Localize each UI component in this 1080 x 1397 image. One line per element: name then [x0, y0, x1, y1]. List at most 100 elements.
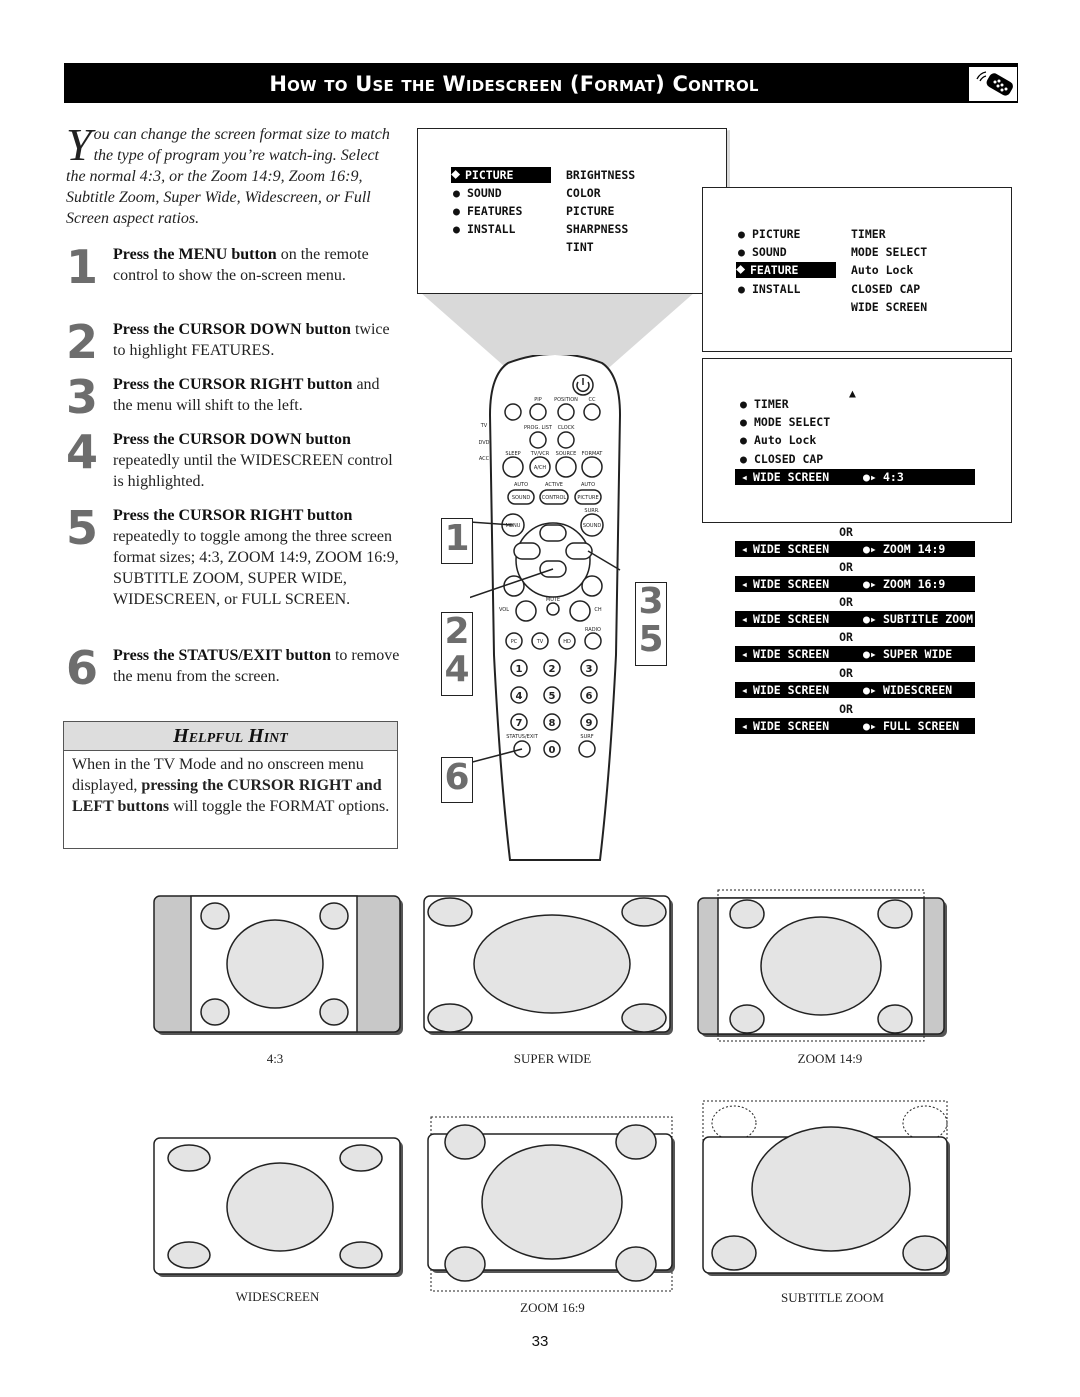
menu-item-closed-cap[interactable]: ● CLOSED CAP — [740, 451, 823, 467]
format-label: FORMAT — [582, 451, 604, 457]
hint-title: Helpful Hint — [64, 722, 397, 751]
left-arrow-icon: ◂ — [741, 542, 748, 556]
cursor-up-button[interactable] — [539, 524, 567, 542]
cursor-left-button[interactable] — [513, 542, 541, 560]
menu-label: SOUND — [752, 245, 787, 259]
left-arrow-icon: ◂ — [741, 647, 748, 661]
channel-up-button[interactable] — [581, 575, 603, 597]
hd-label: HD — [563, 639, 571, 645]
pause-button[interactable] — [557, 431, 575, 449]
channel-down-button[interactable] — [569, 600, 591, 622]
menu-item-install[interactable]: ● INSTALL — [453, 221, 515, 237]
pip-label: PIP — [534, 397, 542, 403]
diagram-caption: SUPER WIDE — [513, 1051, 592, 1066]
format-button[interactable] — [581, 456, 603, 478]
play-button[interactable] — [583, 403, 601, 421]
left-arrow-icon: ◂ — [741, 577, 748, 591]
widescreen-row-selected[interactable]: ◂ WIDE SCREEN ●▸ 4:3 — [735, 469, 975, 485]
menu-label: SOUND — [467, 186, 502, 200]
callout-number: 5 — [638, 619, 664, 660]
source-label: SOURCE — [556, 451, 577, 457]
widescreen-option-row[interactable]: ◂ WIDE SCREEN ●▸ WIDESCREEN — [735, 682, 975, 698]
step-detail: repeatedly to toggle among the three scr… — [113, 528, 399, 608]
menu-item-timer[interactable]: ● TIMER — [740, 396, 789, 412]
diagram-super-wide — [423, 895, 673, 1035]
stop-button[interactable] — [557, 403, 575, 421]
volume-down-button[interactable] — [515, 600, 537, 622]
callout-step-2-4: 24 — [441, 612, 473, 696]
callout-step-1: 1 — [441, 518, 473, 564]
menu-item-mode-select[interactable]: ● MODE SELECT — [740, 414, 830, 430]
bullet-icon: ● — [738, 245, 745, 259]
menu-item-sound[interactable]: ● SOUND — [738, 244, 787, 260]
bullet-icon: ● — [740, 433, 747, 447]
left-arrow-icon: ◂ — [741, 470, 748, 484]
step-number: 4 — [66, 425, 99, 479]
row-value: FULL SCREEN — [883, 719, 960, 733]
submenu-item[interactable]: BRIGHTNESS — [566, 167, 635, 183]
widescreen-option-row[interactable]: ◂ WIDE SCREEN ●▸ SUPER WIDE — [735, 646, 975, 662]
bullet-icon: ● — [738, 227, 745, 241]
fast-forward-button[interactable] — [529, 431, 547, 449]
volume-up-button[interactable] — [503, 575, 525, 597]
or-separator: OR — [839, 525, 853, 539]
cc-label: CC — [589, 397, 596, 403]
row-label: WIDE SCREEN — [753, 719, 830, 733]
position-label: POSITION — [554, 397, 578, 403]
bullet-icon: ● — [738, 282, 745, 296]
widescreen-option-row[interactable]: ◂ WIDE SCREEN ●▸ ZOOM 14:9 — [735, 541, 975, 557]
submenu-item[interactable]: MODE SELECT — [851, 244, 927, 260]
menu-item-picture-highlighted[interactable]: ⯁ PICTURE — [451, 167, 551, 183]
submenu-item[interactable]: TINT — [566, 239, 594, 255]
power-button[interactable] — [572, 374, 594, 396]
surf-button[interactable] — [578, 740, 596, 758]
callout-number: 4 — [444, 649, 470, 690]
right-arrow-icon: ●▸ — [863, 683, 877, 697]
menu-item-auto-lock[interactable]: ● Auto Lock — [740, 432, 816, 448]
menu-item-picture[interactable]: ● PICTURE — [738, 226, 800, 242]
mute-button[interactable] — [546, 602, 560, 616]
header-bar: How to Use the Widescreen (Format) Contr… — [64, 63, 1018, 103]
left-arrow-icon: ◂ — [741, 719, 748, 733]
callout-step-3-5: 35 — [635, 582, 667, 666]
digit-label: 7 — [516, 718, 523, 729]
sleep-button[interactable] — [502, 456, 524, 478]
row-value: ZOOM 16:9 — [883, 577, 946, 591]
vol-label: VOL — [499, 607, 509, 613]
menu-item-sound[interactable]: ● SOUND — [453, 185, 502, 201]
submenu-item[interactable]: PICTURE — [566, 203, 614, 219]
sound-label: SOUND — [512, 495, 531, 501]
bullet-icon: ● — [740, 415, 747, 429]
radio-button[interactable] — [584, 632, 602, 650]
right-arrow-icon: ●▸ — [863, 719, 877, 733]
menu-item-install[interactable]: ● INSTALL — [738, 281, 800, 297]
callout-step-6: 6 — [441, 757, 473, 803]
menu-label: INSTALL — [752, 282, 801, 296]
menu-item-features[interactable]: ● FEATURES — [453, 203, 522, 219]
widescreen-option-row[interactable]: ◂ WIDE SCREEN ●▸ FULL SCREEN — [735, 718, 975, 734]
radio-label: RADIO — [585, 627, 601, 633]
submenu-item[interactable]: TIMER — [851, 226, 886, 242]
step-number: 3 — [66, 370, 99, 424]
submenu-item[interactable]: SHARPNESS — [566, 221, 628, 237]
bullet-icon: ● — [453, 204, 460, 218]
diagram-4-3 — [153, 895, 403, 1035]
rewind-button[interactable] — [529, 403, 547, 421]
menu-label: INSTALL — [467, 222, 516, 236]
widescreen-option-row[interactable]: ◂ WIDE SCREEN ●▸ ZOOM 16:9 — [735, 576, 975, 592]
source-button[interactable] — [555, 456, 577, 478]
submenu-item[interactable]: CLOSED CAP — [851, 281, 920, 297]
intro-paragraph: You can change the screen format size to… — [66, 119, 396, 229]
submenu-item[interactable]: Auto Lock — [851, 262, 913, 278]
intro-text: ou can change the screen format size to … — [66, 126, 390, 227]
submenu-item[interactable]: COLOR — [566, 185, 601, 201]
menu-label: FEATURES — [467, 204, 523, 218]
widescreen-option-row[interactable]: ◂ WIDE SCREEN ●▸ SUBTITLE ZOOM — [735, 611, 975, 627]
record-button[interactable] — [504, 403, 522, 421]
right-arrow-icon: ●▸ — [863, 470, 877, 484]
submenu-item[interactable]: WIDE SCREEN — [851, 299, 927, 315]
or-separator: OR — [839, 595, 853, 609]
dropcap: Y — [66, 119, 92, 170]
or-separator: OR — [839, 630, 853, 644]
menu-item-feature-highlighted[interactable]: ⯁ FEATURE — [736, 262, 836, 278]
